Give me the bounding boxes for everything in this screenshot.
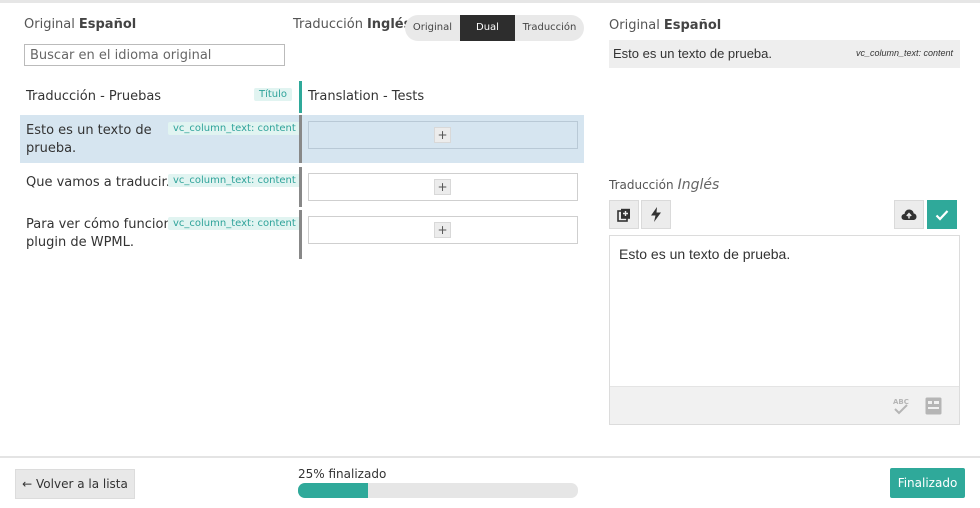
translation-header-label: Traducción [293, 17, 363, 32]
row-divider [299, 167, 302, 207]
add-translation-button[interactable]: + [434, 179, 451, 195]
panel-original-lang: Español [663, 18, 722, 33]
list-item[interactable]: Para ver cómo funciona el plugin de WPML… [20, 210, 584, 259]
row-divider [299, 210, 302, 259]
row-field-tag: vc_column_text: content [168, 174, 301, 187]
add-translation-button[interactable]: + [434, 127, 451, 143]
list-item-title[interactable]: Traducción - Pruebas Título Translation … [20, 81, 584, 113]
check-icon [935, 209, 949, 221]
top-border [0, 0, 980, 3]
search-input[interactable] [24, 44, 285, 66]
finish-button[interactable]: Finalizado [890, 468, 965, 498]
row-divider [299, 115, 302, 163]
translation-header: Traducción Inglés [293, 17, 411, 32]
progress-fill [298, 483, 368, 498]
back-to-list-button[interactable]: ← Volver a la lista [15, 469, 135, 499]
view-mode-dual[interactable]: Dual [460, 15, 515, 41]
cloud-upload-icon [901, 209, 917, 220]
editor-text[interactable]: Esto es un texto de prueba. [619, 246, 790, 262]
translation-editor[interactable]: Esto es un texto de prueba. ABC [609, 235, 960, 425]
translation-input[interactable]: + [308, 121, 578, 149]
list-item-selected[interactable]: Esto es un texto de prueba. vc_column_te… [20, 115, 584, 163]
panel-original-header: Original Español [609, 18, 721, 33]
machine-translate-button[interactable] [641, 200, 671, 229]
confirm-translation-button[interactable] [927, 200, 957, 229]
copy-original-button[interactable] [609, 200, 639, 229]
view-mode-original[interactable]: Original [405, 15, 460, 41]
panel-original-label: Original [609, 18, 660, 33]
view-mode-translation[interactable]: Traducción [515, 15, 584, 41]
progress-bar [298, 483, 578, 498]
original-header-label: Original [24, 17, 75, 32]
glossary-icon[interactable] [925, 397, 942, 415]
original-text: Esto es un texto de prueba. [613, 46, 772, 61]
row-field-tag: vc_column_text: content [168, 217, 301, 230]
footer-bar: ← Volver a la lista 25% finalizado Final… [0, 456, 980, 508]
original-header: Original Español [24, 17, 136, 32]
editor-toolbar: ABC [610, 386, 959, 424]
spellcheck-icon[interactable]: ABC [892, 396, 910, 416]
row-source-text: Traducción - Pruebas [26, 89, 162, 104]
row-field-tag: vc_column_text: content [168, 122, 301, 135]
list-item[interactable]: Que vamos a traducir. vc_column_text: co… [20, 167, 584, 207]
panel-translation-label: Traducción [609, 178, 674, 192]
row-translation-text: Translation - Tests [308, 89, 425, 104]
bolt-icon [651, 207, 661, 222]
panel-translation-header: Traducción Inglés [609, 177, 719, 193]
view-mode-toggle: Original Dual Traducción [405, 15, 584, 41]
row-source-text: Que vamos a traducir. [26, 175, 170, 190]
original-text-box: Esto es un texto de prueba. vc_column_te… [609, 40, 960, 68]
save-to-memory-button[interactable] [894, 200, 924, 229]
copy-icon [617, 208, 630, 222]
field-name: vc_column_text: content [855, 48, 953, 58]
progress-label: 25% finalizado [298, 467, 387, 481]
row-field-tag: Título [254, 88, 293, 101]
panel-translation-lang: Inglés [677, 177, 720, 193]
translation-input[interactable]: + [308, 216, 578, 244]
original-header-lang: Español [78, 17, 137, 32]
add-translation-button[interactable]: + [434, 222, 451, 238]
row-source-text: Esto es un texto de prueba. [26, 123, 152, 156]
translation-input[interactable]: + [308, 173, 578, 201]
row-divider [299, 81, 302, 113]
